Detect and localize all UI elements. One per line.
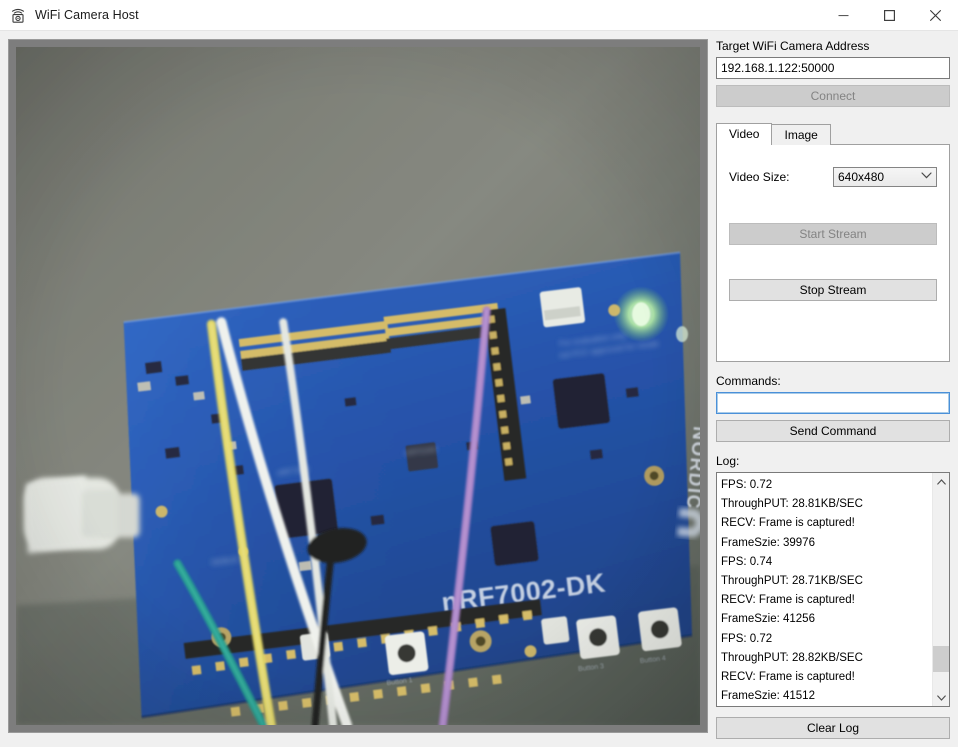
- commands-label: Commands:: [716, 374, 781, 388]
- log-line: FPS: 0.74: [721, 555, 773, 568]
- scroll-down-icon[interactable]: [933, 689, 949, 706]
- log-lines: FPS: 0.72 ThroughPUT: 28.81KB/SEC RECV: Fr…: [717, 473, 932, 706]
- app-window: WiFi Camera Host Target WiFi Camera Addr…: [0, 0, 958, 747]
- video-stream-panel: NORDIC nRF7002-DK NRC: [8, 39, 708, 733]
- log-output-box[interactable]: FPS: 0.72 ThroughPUT: 28.81KB/SEC RECV: Fr…: [716, 472, 950, 707]
- video-frame: NORDIC nRF7002-DK NRC: [16, 47, 700, 725]
- video-size-row: Video Size: 640x480: [729, 167, 937, 187]
- log-line: FrameSzie: 41512: [721, 690, 815, 703]
- stream-mode-tabs: Video Image: [716, 123, 950, 145]
- log-line: RECV: Frame is captured!: [721, 671, 855, 684]
- log-line: FPS: 0.72: [721, 632, 773, 645]
- connect-button[interactable]: Connect: [716, 85, 950, 107]
- log-line: FrameSzie: 39976: [721, 536, 815, 549]
- wifi-camera-icon: [10, 7, 26, 23]
- start-stream-button[interactable]: Start Stream: [729, 223, 937, 245]
- video-size-dropdown[interactable]: 640x480: [833, 167, 937, 187]
- scrollbar-thumb[interactable]: [933, 646, 949, 672]
- window-title: WiFi Camera Host: [35, 8, 139, 22]
- maximize-button[interactable]: [866, 0, 912, 31]
- log-line: FrameSzie: 41256: [721, 613, 815, 626]
- minimize-button[interactable]: [820, 0, 866, 31]
- commands-input[interactable]: [716, 392, 950, 414]
- target-address-input[interactable]: [716, 57, 950, 79]
- video-size-value: 640x480: [838, 170, 885, 184]
- scroll-up-icon[interactable]: [933, 473, 949, 490]
- chevron-down-icon: [921, 172, 932, 182]
- window-controls: [820, 0, 958, 31]
- video-size-label: Video Size:: [729, 170, 790, 184]
- log-scrollbar[interactable]: [932, 473, 949, 706]
- close-button[interactable]: [912, 0, 958, 31]
- send-command-button[interactable]: Send Command: [716, 420, 950, 442]
- title-bar: WiFi Camera Host: [0, 0, 958, 31]
- clear-log-button[interactable]: Clear Log: [716, 717, 950, 739]
- log-line: ThroughPUT: 28.81KB/SEC: [721, 498, 863, 511]
- video-tab-panel: Video Size: 640x480 Start Stream Stop St…: [716, 144, 950, 362]
- log-line: RECV: Frame is captured!: [721, 517, 855, 530]
- target-address-label: Target WiFi Camera Address: [716, 39, 870, 53]
- control-sidebar: Target WiFi Camera Address Connect Video…: [716, 39, 950, 739]
- tab-image[interactable]: Image: [771, 124, 831, 145]
- log-line: ThroughPUT: 28.71KB/SEC: [721, 575, 863, 588]
- log-line: RECV: Frame is captured!: [721, 594, 855, 607]
- log-label: Log:: [716, 454, 740, 468]
- log-line: FPS: 0.72: [721, 479, 773, 491]
- log-line: ThroughPUT: 28.82KB/SEC: [721, 651, 863, 664]
- tab-video[interactable]: Video: [716, 123, 773, 145]
- camera-feed-image: NORDIC nRF7002-DK NRC: [16, 47, 700, 725]
- stop-stream-button[interactable]: Stop Stream: [729, 279, 937, 301]
